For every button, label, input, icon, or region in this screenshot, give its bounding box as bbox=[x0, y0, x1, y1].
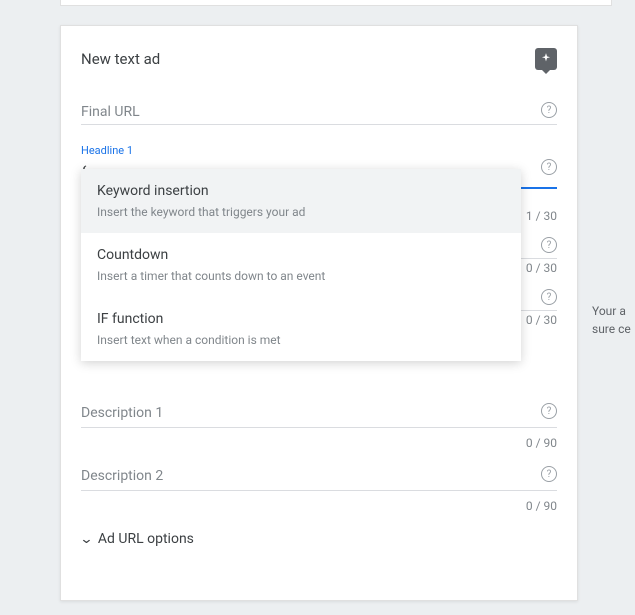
dropdown-item-desc: Insert the keyword that triggers your ad bbox=[97, 205, 505, 219]
new-text-ad-card: New text ad Final URL ? Headline 1 { ? K… bbox=[60, 25, 578, 601]
dropdown-item-title: Keyword insertion bbox=[97, 183, 505, 199]
dropdown-item-if-function[interactable]: IF function Insert text when a condition… bbox=[81, 297, 521, 361]
chevron-down-icon: ⌄ bbox=[79, 532, 93, 547]
headline-1-field[interactable]: Headline 1 { ? Keyword insertion Insert … bbox=[81, 143, 557, 189]
right-panel-line1: Your a bbox=[592, 302, 631, 320]
description-1-counter: 0 / 90 bbox=[526, 436, 557, 450]
dropdown-item-title: Countdown bbox=[97, 247, 505, 263]
headline-3-counter: 0 / 30 bbox=[526, 313, 557, 327]
right-panel-line2: sure ce bbox=[592, 320, 631, 338]
ad-url-options-label: Ad URL options bbox=[98, 531, 194, 547]
help-icon[interactable]: ? bbox=[541, 237, 557, 253]
sparkle-icon bbox=[539, 52, 553, 66]
headline-2-counter: 0 / 30 bbox=[526, 261, 557, 275]
description-2-counter: 0 / 90 bbox=[526, 499, 557, 513]
description-2-placeholder: Description 2 bbox=[81, 464, 557, 491]
help-icon[interactable]: ? bbox=[541, 403, 557, 419]
description-2-field[interactable]: Description 2 ? bbox=[81, 464, 557, 491]
top-sliver bbox=[60, 0, 612, 6]
right-panel-hint: Your a sure ce bbox=[592, 302, 631, 338]
description-1-counter-row: 0 / 90 bbox=[81, 428, 557, 456]
ad-url-options-toggle[interactable]: ⌄ Ad URL options bbox=[81, 531, 557, 547]
headline-1-counter: 1 / 30 bbox=[526, 209, 557, 223]
dropdown-item-keyword-insertion[interactable]: Keyword insertion Insert the keyword tha… bbox=[81, 169, 521, 233]
dropdown-item-title: IF function bbox=[97, 311, 505, 327]
help-icon[interactable]: ? bbox=[541, 466, 557, 482]
dropdown-item-countdown[interactable]: Countdown Insert a timer that counts dow… bbox=[81, 233, 521, 297]
card-title: New text ad bbox=[81, 50, 160, 68]
card-header: New text ad bbox=[81, 48, 557, 70]
final-url-placeholder: Final URL bbox=[81, 100, 557, 125]
suggestion-badge[interactable] bbox=[535, 48, 557, 70]
headline-1-label: Headline 1 bbox=[81, 144, 133, 159]
help-icon[interactable]: ? bbox=[541, 289, 557, 305]
dropdown-item-desc: Insert a timer that counts down to an ev… bbox=[97, 269, 505, 283]
help-icon[interactable]: ? bbox=[541, 159, 557, 175]
insertion-dropdown: Keyword insertion Insert the keyword tha… bbox=[81, 169, 521, 361]
description-1-field[interactable]: Description 1 ? bbox=[81, 401, 557, 428]
final-url-field[interactable]: Final URL ? bbox=[81, 100, 557, 125]
description-2-counter-row: 0 / 90 bbox=[81, 491, 557, 519]
description-1-placeholder: Description 1 bbox=[81, 401, 557, 428]
dropdown-item-desc: Insert text when a condition is met bbox=[97, 333, 505, 347]
help-icon[interactable]: ? bbox=[541, 102, 557, 118]
